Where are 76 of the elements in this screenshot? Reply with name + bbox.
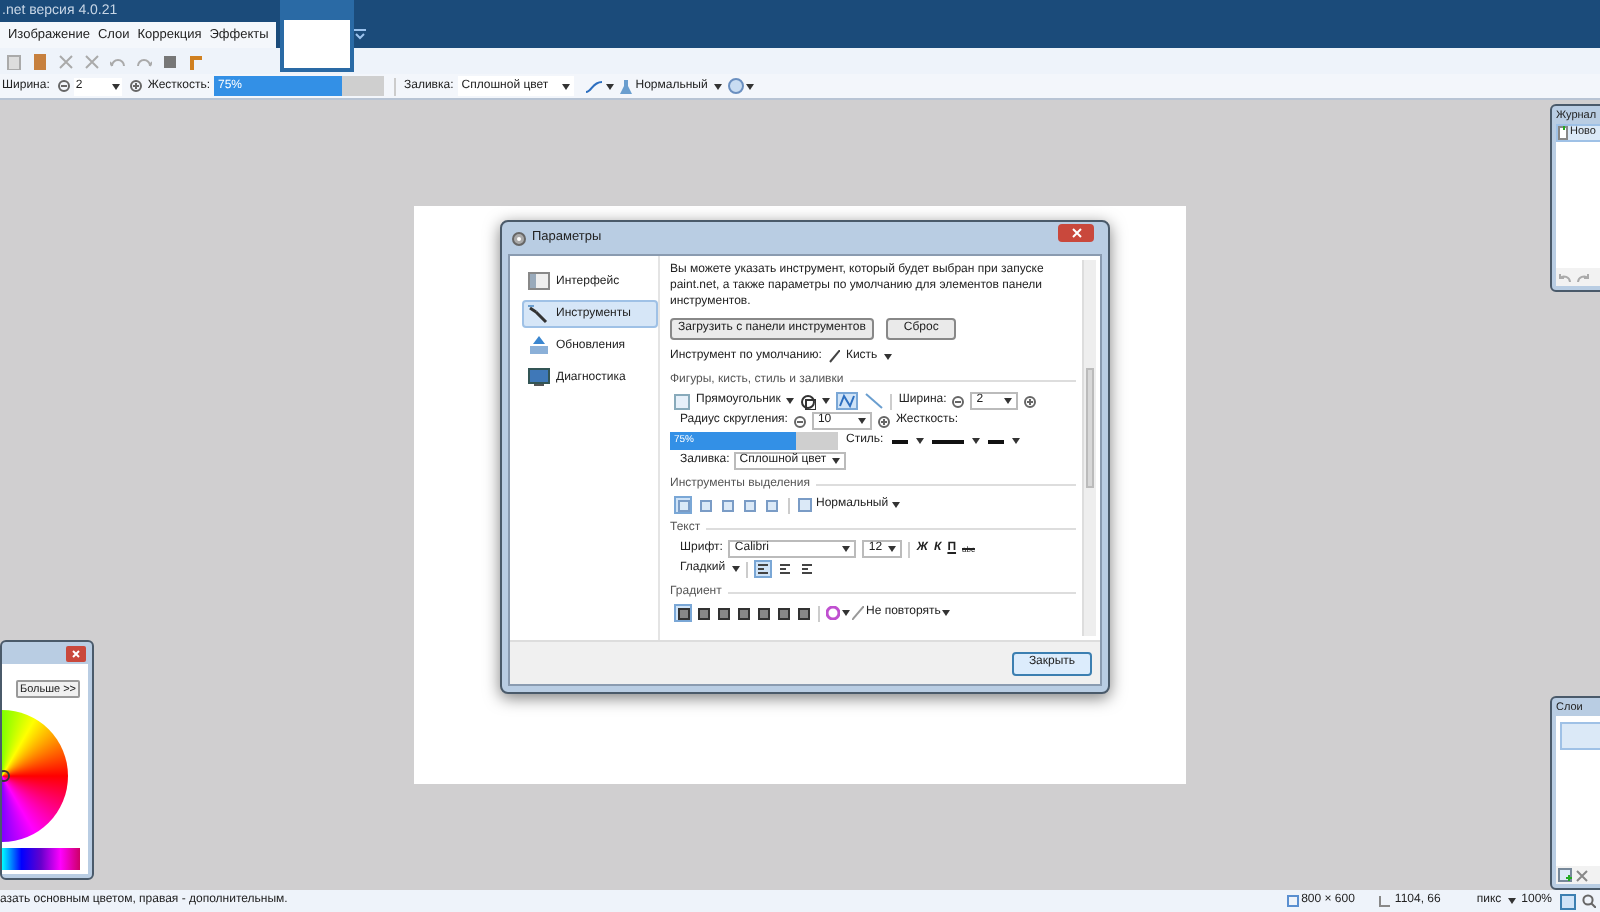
dropdown-icon[interactable]	[745, 83, 754, 89]
scrollbar[interactable]	[1082, 260, 1096, 636]
line-style-icon[interactable]	[931, 437, 964, 445]
dropdown-icon[interactable]	[883, 354, 892, 360]
gradient-type-button[interactable]	[694, 604, 712, 622]
delete-icon[interactable]	[1576, 869, 1588, 881]
thumbnail-frame[interactable]	[280, 0, 354, 72]
line-icon[interactable]	[864, 392, 885, 410]
gradient-type-button[interactable]	[734, 604, 752, 622]
updates-icon	[528, 336, 550, 356]
line-icon	[852, 606, 864, 620]
magnifier-icon[interactable]	[1582, 894, 1596, 908]
dropdown-icon[interactable]	[1011, 438, 1020, 444]
selection-mode-button[interactable]	[718, 496, 736, 514]
align-button[interactable]	[753, 560, 772, 578]
selection-icon	[798, 498, 812, 512]
dropdown-icon	[888, 546, 897, 552]
dropdown-icon	[857, 418, 866, 424]
dropdown-icon[interactable]	[942, 610, 951, 616]
plus-icon[interactable]	[129, 80, 142, 92]
image-thumbnail[interactable]	[284, 20, 350, 68]
close-button[interactable]	[66, 645, 86, 661]
diagnostics-icon	[528, 368, 550, 388]
align-button[interactable]	[775, 560, 794, 578]
dropdown-icon[interactable]	[713, 83, 722, 89]
dropdown-icon	[561, 83, 570, 89]
minus-icon[interactable]	[952, 395, 965, 407]
square-icon[interactable]	[162, 53, 178, 69]
plus-icon[interactable]	[877, 415, 890, 427]
gradient-type-button[interactable]	[674, 604, 692, 622]
brush-icon	[827, 350, 840, 364]
color-palette[interactable]	[2, 848, 80, 870]
zoom-fit-icon[interactable]	[1560, 893, 1576, 909]
dropdown-icon	[842, 546, 851, 552]
minus-icon[interactable]	[793, 415, 806, 427]
dropdown-icon[interactable]	[822, 398, 831, 404]
dropdown-icon[interactable]	[731, 566, 740, 572]
gradient-type-button[interactable]	[714, 604, 732, 622]
dropdown-icon[interactable]	[1507, 898, 1516, 904]
line-end-icon[interactable]	[987, 437, 1004, 445]
dropdown-icon[interactable]	[842, 610, 850, 616]
curve-icon[interactable]	[836, 392, 859, 410]
plus-icon[interactable]	[1024, 395, 1037, 407]
dropdown-icon[interactable]	[892, 502, 901, 508]
shape-style-icon[interactable]	[800, 393, 817, 409]
selection-mode-button[interactable]	[762, 496, 780, 514]
image-size-icon	[1285, 894, 1300, 908]
close-icon	[1071, 228, 1081, 238]
expand-icon[interactable]	[354, 28, 366, 40]
close-button[interactable]	[1058, 224, 1094, 242]
dash-style-icon[interactable]	[891, 437, 908, 445]
close-icon	[72, 649, 80, 657]
gear-icon	[512, 231, 526, 245]
gradient-type-button[interactable]	[794, 604, 812, 622]
add-layer-icon[interactable]	[1558, 868, 1572, 882]
gradient-type-button[interactable]	[754, 604, 772, 622]
cursor-position-icon	[1378, 894, 1393, 908]
color-mode-icon[interactable]	[826, 606, 840, 620]
selection-mode-button[interactable]	[696, 496, 714, 514]
tools-icon	[528, 304, 550, 324]
selection-mode-button[interactable]	[740, 496, 758, 514]
line-icon[interactable]	[583, 79, 604, 93]
interface-icon	[528, 272, 550, 292]
rectangle-icon	[674, 393, 690, 409]
gradient-type-button[interactable]	[774, 604, 792, 622]
dropdown-icon	[1004, 398, 1013, 404]
dropdown-icon[interactable]	[915, 438, 924, 444]
minus-icon[interactable]	[57, 80, 70, 92]
dropdown-icon[interactable]	[605, 83, 614, 89]
paste-icon[interactable]	[32, 53, 48, 69]
dropdown-icon	[831, 458, 840, 464]
ruler-icon[interactable]	[188, 53, 204, 69]
align-button[interactable]	[797, 560, 816, 578]
dropdown-icon[interactable]	[786, 398, 795, 404]
dropdown-icon[interactable]	[971, 438, 980, 444]
dropdown-icon	[111, 83, 120, 89]
